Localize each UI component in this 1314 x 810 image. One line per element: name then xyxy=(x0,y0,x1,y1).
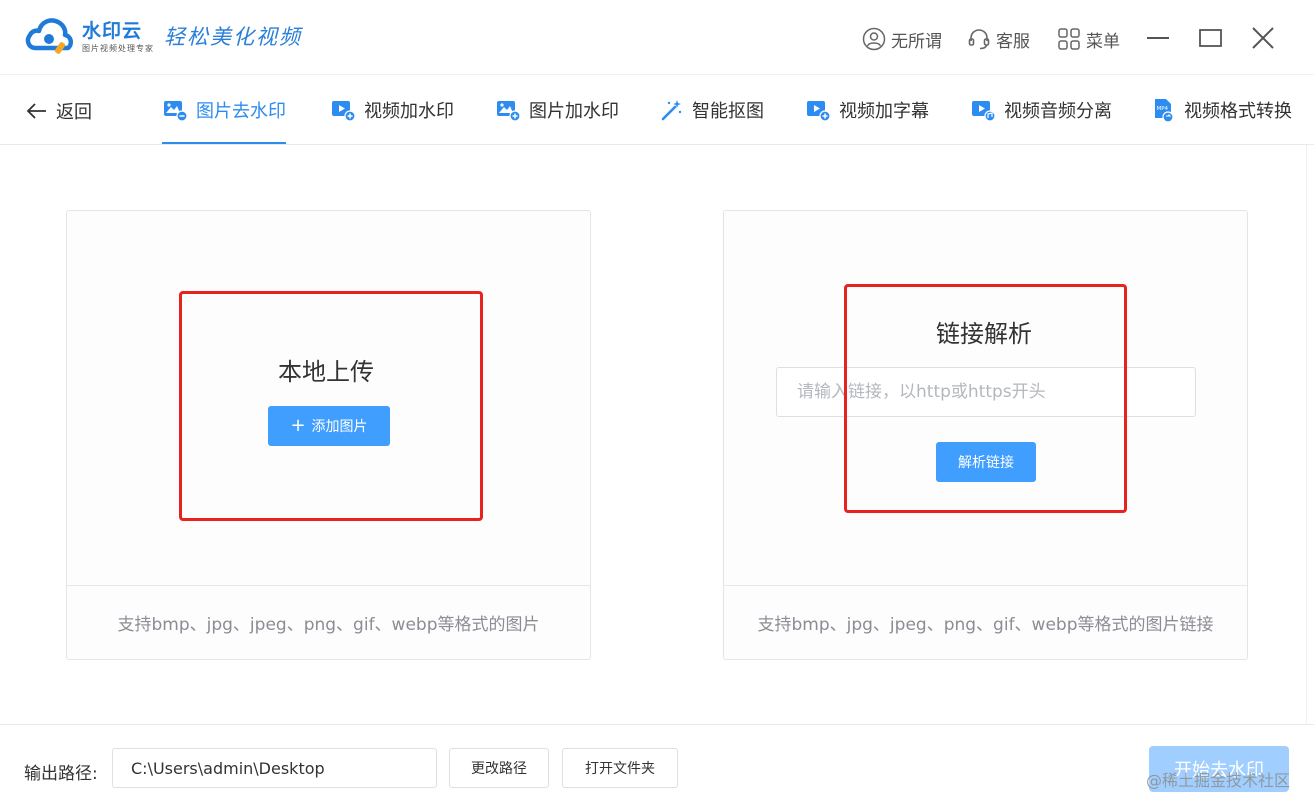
tab-image-add-watermark[interactable]: 图片加水印 xyxy=(495,76,619,144)
menu-label: 菜单 xyxy=(1086,31,1120,52)
plus-icon: + xyxy=(290,415,306,436)
tab-video-add-watermark[interactable]: 视频加水印 xyxy=(330,76,454,144)
tab-label: 图片去水印 xyxy=(196,101,286,122)
back-label: 返回 xyxy=(56,102,92,123)
feature-nav: 返回 图片去水印 视频加水印 图片加水印 智能抠图 视频加字幕 视频音频分离 M… xyxy=(0,76,1314,145)
minimize-icon[interactable] xyxy=(1144,24,1172,52)
svg-text:MP4: MP4 xyxy=(1157,106,1169,112)
tab-label: 视频加水印 xyxy=(364,101,454,122)
tab-image-remove-watermark[interactable]: 图片去水印 xyxy=(162,76,286,144)
brand-name: 水印云 xyxy=(82,20,143,42)
service-label: 客服 xyxy=(996,31,1030,52)
site-watermark: @稀土掘金技术社区 xyxy=(1145,771,1290,790)
add-image-button[interactable]: + 添加图片 xyxy=(268,406,390,446)
back-button[interactable]: 返回 xyxy=(26,97,92,125)
video-subtitle-icon xyxy=(807,101,831,122)
headset-icon xyxy=(968,29,990,50)
customer-service-button[interactable]: 客服 xyxy=(967,25,1030,53)
tab-video-audio-split[interactable]: 视频音频分离 xyxy=(970,76,1112,144)
change-path-button[interactable]: 更改路径 xyxy=(449,748,549,788)
close-icon[interactable] xyxy=(1249,24,1277,52)
arrow-left-icon xyxy=(26,103,46,119)
title-bar: 水印云 图片视频处理专家 轻松美化视频 无所谓 客服 菜单 xyxy=(0,0,1314,75)
link-parse-card: 链接解析 解析链接 支持bmp、jpg、jpeg、png、gif、webp等格式… xyxy=(723,210,1248,660)
output-path-field[interactable] xyxy=(112,748,437,788)
tab-label: 视频格式转换 xyxy=(1184,101,1292,122)
user-icon xyxy=(862,27,886,51)
tab-label: 智能抠图 xyxy=(692,101,764,122)
tab-label: 视频加字幕 xyxy=(839,101,929,122)
mp4-convert-icon: MP4 xyxy=(1155,99,1174,123)
menu-button[interactable]: 菜单 xyxy=(1057,25,1120,53)
local-upload-card: 本地上传 + 添加图片 支持bmp、jpg、jpeg、png、gif、webp等… xyxy=(66,210,591,660)
grid-menu-icon xyxy=(1058,28,1080,50)
output-path-label: 输出路径: xyxy=(24,764,98,784)
link-parse-footer: 支持bmp、jpg、jpeg、png、gif、webp等格式的图片链接 xyxy=(724,585,1247,659)
open-folder-label: 打开文件夹 xyxy=(585,761,655,777)
user-name: 无所谓 xyxy=(891,31,942,52)
user-account-button[interactable]: 无所谓 xyxy=(862,25,942,53)
output-bar: 输出路径: 更改路径 打开文件夹 开始去水印 @稀土掘金技术社区 xyxy=(0,724,1314,810)
video-add-icon xyxy=(332,101,356,122)
local-upload-footer: 支持bmp、jpg、jpeg、png、gif、webp等格式的图片 xyxy=(67,585,590,659)
open-folder-button[interactable]: 打开文件夹 xyxy=(562,748,678,788)
image-add-icon xyxy=(497,101,521,122)
format-support-note: 支持bmp、jpg、jpeg、png、gif、webp等格式的图片 xyxy=(117,615,540,635)
tab-smart-cutout[interactable]: 智能抠图 xyxy=(660,76,764,144)
highlight-box xyxy=(844,284,1127,513)
tab-video-format-convert[interactable]: MP4 视频格式转换 xyxy=(1152,76,1292,144)
magic-wand-icon xyxy=(661,100,682,121)
local-upload-title: 本地上传 xyxy=(278,358,374,386)
add-image-label: 添加图片 xyxy=(311,419,368,435)
tab-label: 图片加水印 xyxy=(529,101,619,122)
tab-video-subtitle[interactable]: 视频加字幕 xyxy=(805,76,929,144)
format-support-note: 支持bmp、jpg、jpeg、png、gif、webp等格式的图片链接 xyxy=(757,615,1214,635)
video-audio-icon xyxy=(972,101,996,122)
change-path-label: 更改路径 xyxy=(471,761,527,777)
scrollbar-track[interactable] xyxy=(1306,145,1314,725)
cloud-logo-icon xyxy=(25,18,74,54)
brand-subtitle: 图片视频处理专家 xyxy=(82,44,154,53)
image-remove-icon xyxy=(164,101,188,122)
slogan: 轻松美化视频 xyxy=(164,25,302,49)
tab-label: 视频音频分离 xyxy=(1004,101,1112,122)
maximize-icon[interactable] xyxy=(1197,24,1225,52)
